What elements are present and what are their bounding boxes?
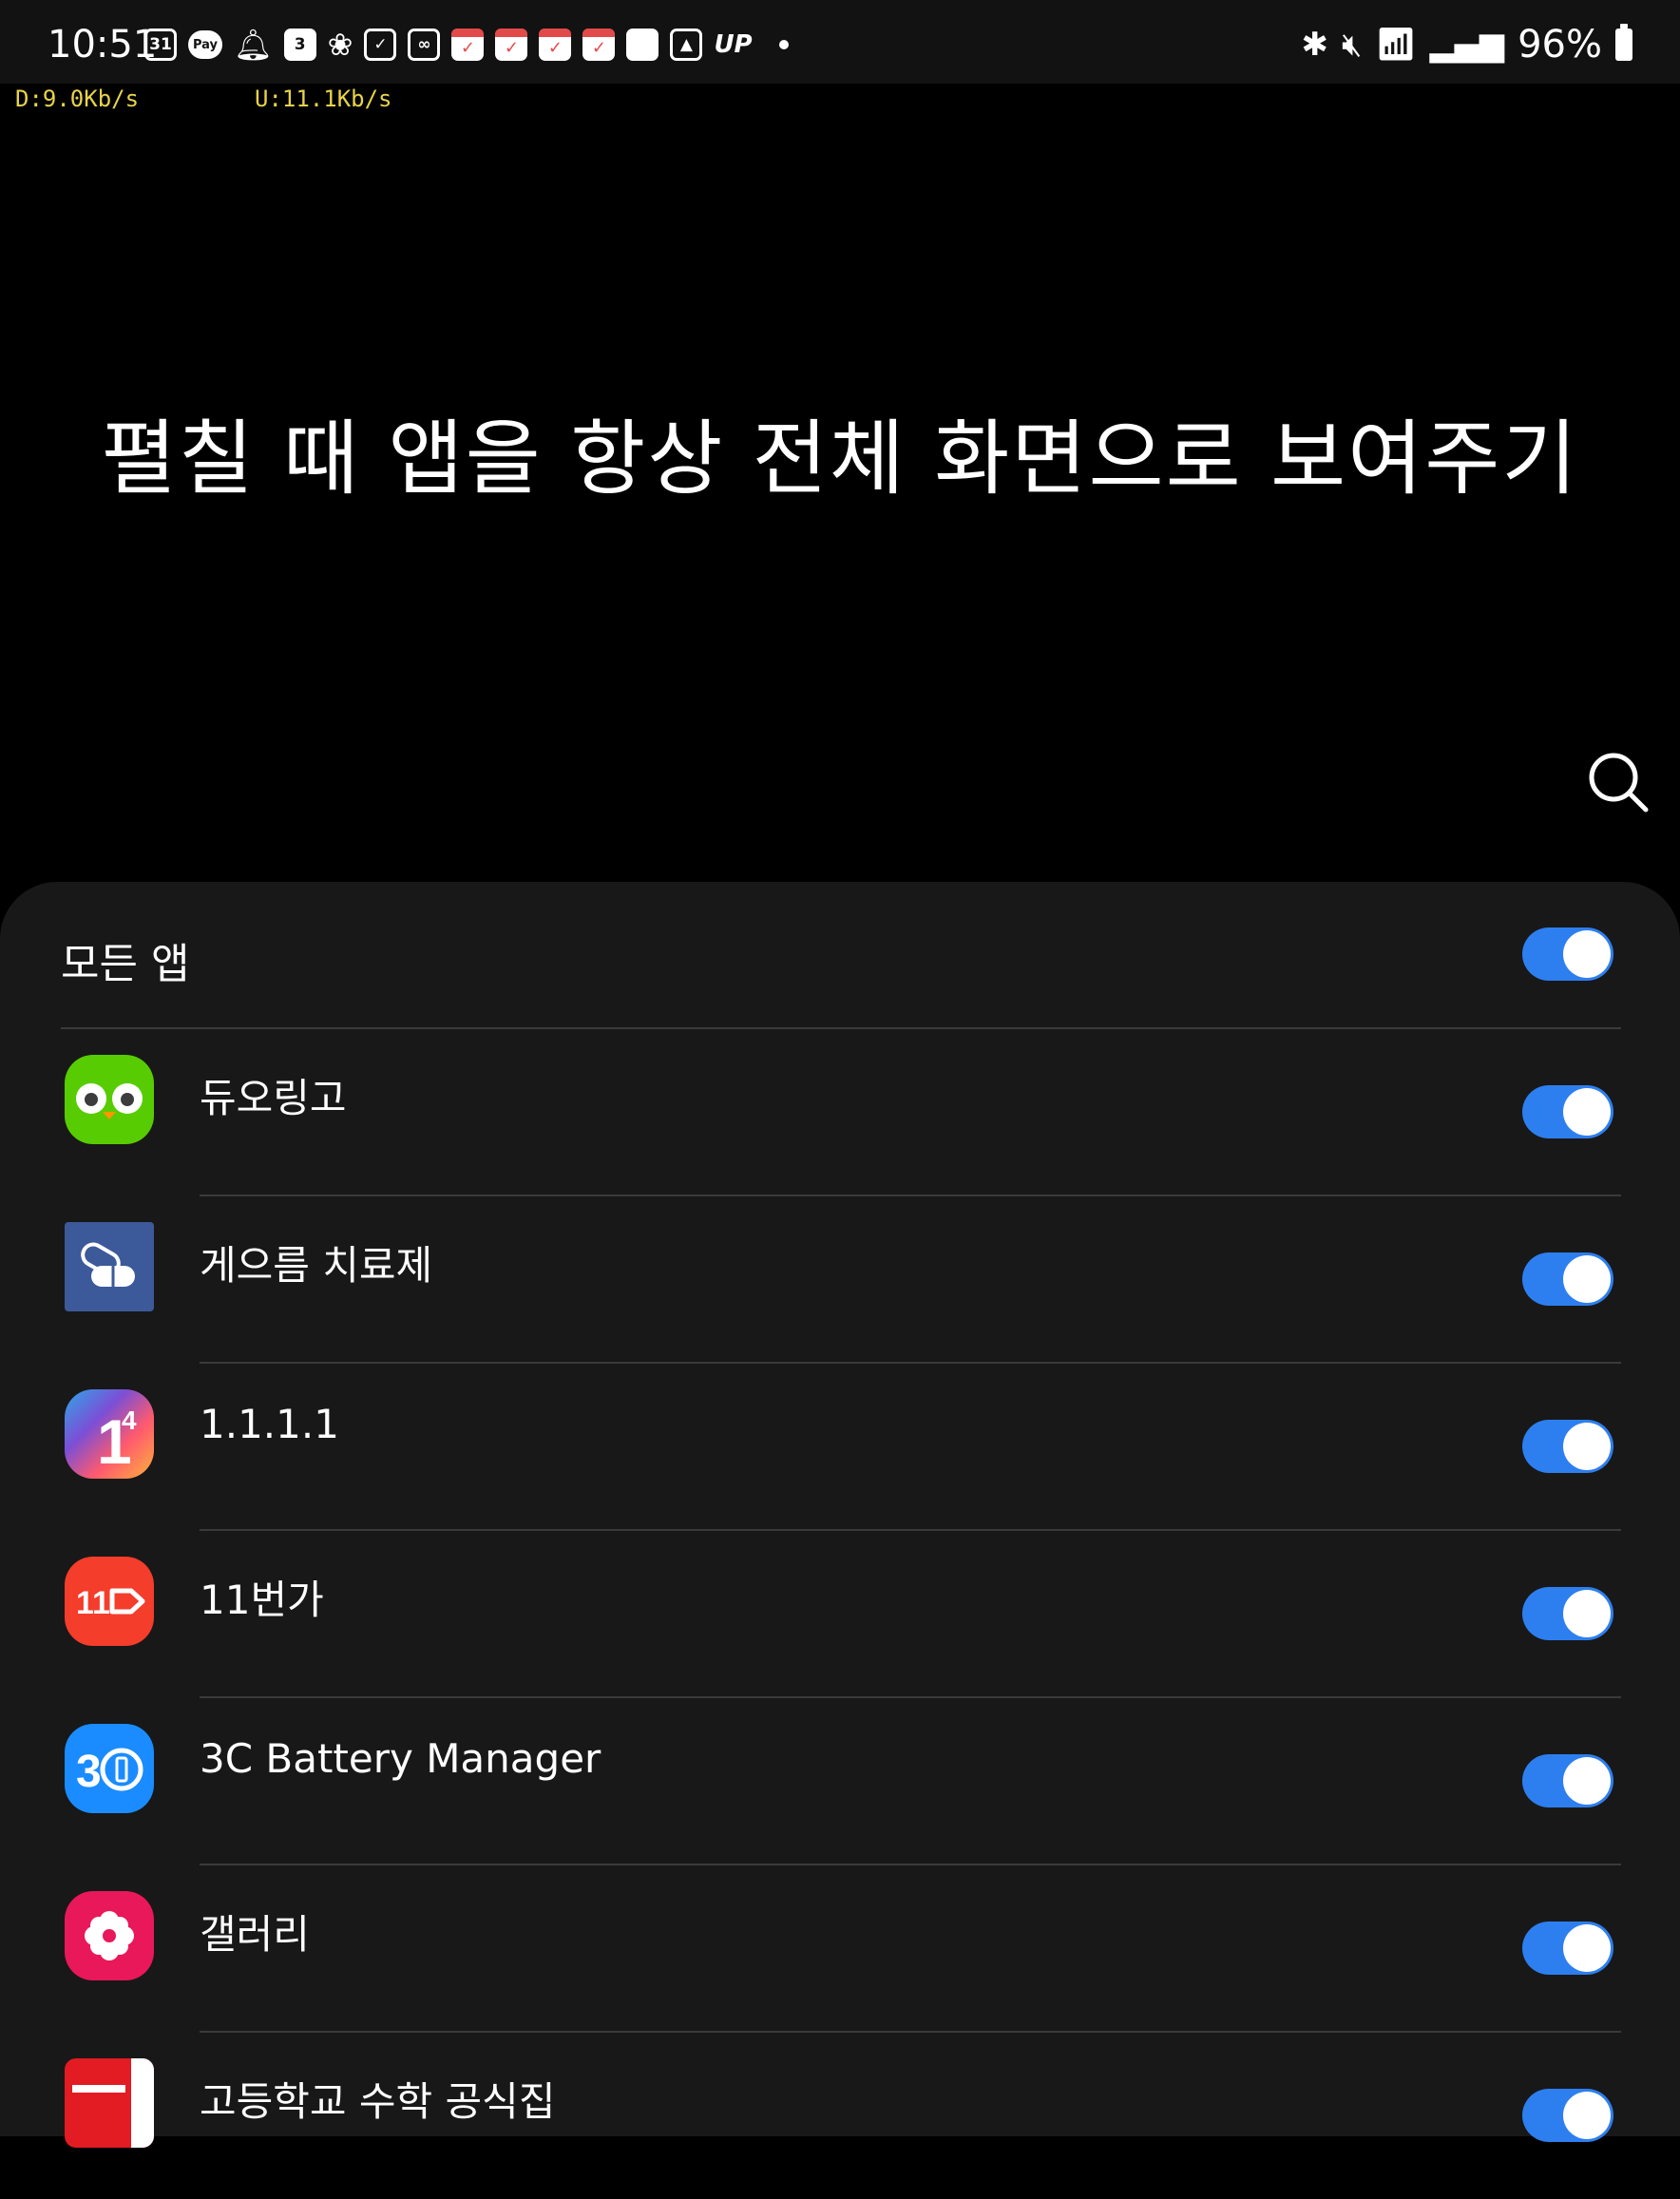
list-item[interactable]: 게으름 치료제 [0,1195,1680,1363]
badge-3-icon: 3 [283,29,316,61]
svg-text:3: 3 [76,1747,102,1797]
task-icon [451,29,485,61]
search-icon [1589,753,1649,813]
sticky-note-icon [626,29,659,61]
bell-icon: 🔔︎ [234,27,273,63]
upload-speed: U:11.1Kb/s [255,86,392,112]
cloudflare-1111-icon: 1 4 [65,1389,154,1479]
up-icon: UP [714,30,753,59]
message-icon: ✓ [364,29,397,61]
mute-icon: 🔇︎ [1342,26,1363,64]
list-item[interactable]: 고등학교 수학 공식집 [0,2032,1680,2199]
app-name: 듀오링고 [200,1075,347,1121]
signal-icon: ▂▄▆ [1429,26,1505,64]
gallery-flower-icon [65,1891,154,1980]
list-item[interactable]: 11 11번가 [0,1530,1680,1697]
system-icons: ✱ 🔇︎ 📶︎ ▂▄▆ 96% [1302,23,1632,67]
11st-icon: 11 [65,1557,154,1646]
search-button[interactable] [1585,749,1651,815]
app-name: 갤러리 [200,1911,310,1958]
leaf-icon: ❀ [327,27,353,63]
task-icon [582,29,616,61]
task-icon [495,29,528,61]
app-list-panel: 모든 앱 듀오링고 게으름 치료제 1 4 1.1.1.1 11 11번가 3 … [0,882,1680,2148]
bluetooth-icon: ✱ [1301,26,1329,64]
status-bar: 10:51 31 Pay 🔔︎ 3 ❀ ✓ ∞ ▲ UP ✱ 🔇︎ 📶︎ ▂▄▆… [0,0,1680,84]
duolingo-icon [65,1055,154,1144]
list-item[interactable]: 1 4 1.1.1.1 [0,1363,1680,1530]
voicemail-icon: ∞ [408,29,441,61]
notification-icons: 31 Pay 🔔︎ 3 ❀ ✓ ∞ ▲ UP [144,29,789,61]
list-item[interactable]: 갤러리 [0,1864,1680,2032]
more-notifications-dot-icon [778,40,789,49]
page-title: 펼칠 때 앱을 항상 전체 화면으로 보여주기 [101,411,1579,507]
task-icon [539,29,572,61]
app-name: 3C Battery Manager [200,1735,601,1782]
all-apps-toggle[interactable] [1522,927,1613,981]
battery-icon [1615,24,1632,61]
all-apps-row[interactable]: 모든 앱 [0,882,1680,1026]
all-apps-label: 모든 앱 [61,940,190,988]
app-toggle[interactable] [1522,2089,1613,2142]
svg-text:11: 11 [76,1585,110,1621]
list-item[interactable]: 3 3C Battery Manager [0,1697,1680,1864]
list-item[interactable]: 듀오링고 [0,1028,1680,1195]
app-toggle[interactable] [1522,1252,1613,1306]
app-name: 고등학교 수학 공식집 [200,2078,556,2125]
app-toggle[interactable] [1522,1754,1613,1807]
app-toggle[interactable] [1522,1922,1613,1975]
svg-text:4: 4 [122,1405,137,1435]
clock: 10:51 [48,23,158,67]
download-speed: D:9.0Kb/s [15,86,140,112]
app-toggle[interactable] [1522,1420,1613,1473]
app-name: 1.1.1.1 [200,1401,339,1447]
battery-percent: 96% [1518,23,1602,67]
3c-battery-icon: 3 [65,1724,154,1813]
pill-icon [65,1222,154,1311]
math-formula-book-icon [65,2058,154,2148]
app-toggle[interactable] [1522,1587,1613,1640]
samsung-pay-icon: Pay [188,30,222,59]
image-icon: ▲ [670,29,703,61]
app-name: 11번가 [200,1577,324,1623]
app-name: 게으름 치료제 [200,1242,433,1289]
calendar-icon: 31 [144,29,177,61]
app-toggle[interactable] [1522,1085,1613,1138]
wifi-icon: 📶︎ [1375,26,1417,64]
